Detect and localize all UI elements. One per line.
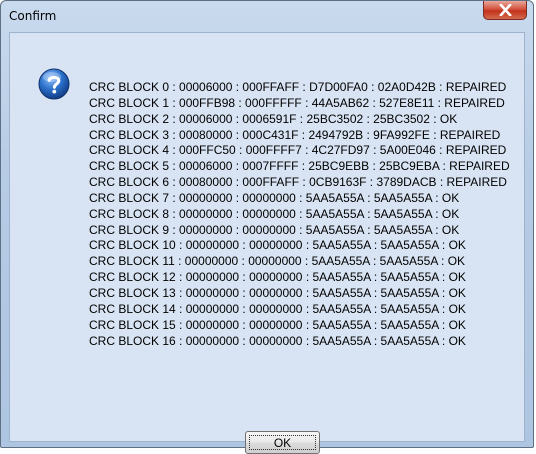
crc-block-line: CRC BLOCK 6 : 00080000 : 000FFAFF : 0CB9…: [89, 175, 507, 190]
crc-block-line: CRC BLOCK 3 : 00080000 : 000C431F : 2494…: [89, 127, 501, 142]
crc-block-line: CRC BLOCK 1 : 000FFB98 : 000FFFFF : 44A5…: [89, 95, 505, 110]
question-icon: [38, 68, 70, 100]
confirm-dialog-window: Confirm CRC BLOCK 0: 00006000: 000FFAF…: [0, 0, 534, 454]
crc-block-line: CRC BLOCK 10 : 00000000 : 00000000 : 5AA…: [89, 238, 466, 253]
crc-block-line: CRC BLOCK 8 : 00000000 : 00000000 : 5AA5…: [89, 206, 460, 221]
crc-block-line: CRC BLOCK 5 : 00006000 : 0007FFFF : 25BC…: [89, 159, 510, 174]
crc-block-line: CRC BLOCK 4 : 000FFC50 : 000FFFF7 : 4C27…: [89, 143, 507, 158]
focus-rectangle: [249, 435, 316, 450]
close-button[interactable]: [483, 1, 527, 20]
title-bar[interactable]: Confirm: [1, 1, 533, 31]
crc-block-line: CRC BLOCK 0 : 00006000 : 000FFAFF : D7D0…: [89, 80, 507, 94]
ok-button[interactable]: OK: [245, 431, 320, 454]
crc-block-line: CRC BLOCK 13 : 00000000 : 00000000 : 5AA…: [89, 285, 466, 300]
crc-block-line: CRC BLOCK 7 : 00000000 : 00000000 : 5AA5…: [89, 190, 460, 205]
crc-block-line: CRC BLOCK 2 : 00006000 : 0006591F : 25BC…: [89, 111, 458, 126]
crc-block-line: CRC BLOCK 14 : 00000000 : 00000000 : 5AA…: [89, 301, 466, 316]
crc-block-list: CRC BLOCK 0 : 00006000 : 000FFAFF : D7D0…: [89, 80, 510, 349]
crc-block-line: CRC BLOCK 11 : 00000000 : 00000000 : 5AA…: [89, 254, 466, 269]
crc-block-line: CRC BLOCK 16 : 00000000 : 00000000 : 5AA…: [89, 333, 466, 348]
dialog-body: CRC BLOCK 0 : 00006000 : 000FFAFF : D7D0…: [9, 32, 525, 454]
crc-block-line: CRC BLOCK 15 : 00000000 : 00000000 : 5AA…: [89, 317, 466, 332]
close-x-icon: [498, 4, 512, 16]
window-title: Confirm: [9, 9, 57, 23]
crc-block-line: CRC BLOCK 12 : 00000000 : 00000000 : 5AA…: [89, 270, 466, 285]
crc-block-line: CRC BLOCK 9 : 00000000 : 00000000 : 5AA5…: [89, 222, 460, 237]
